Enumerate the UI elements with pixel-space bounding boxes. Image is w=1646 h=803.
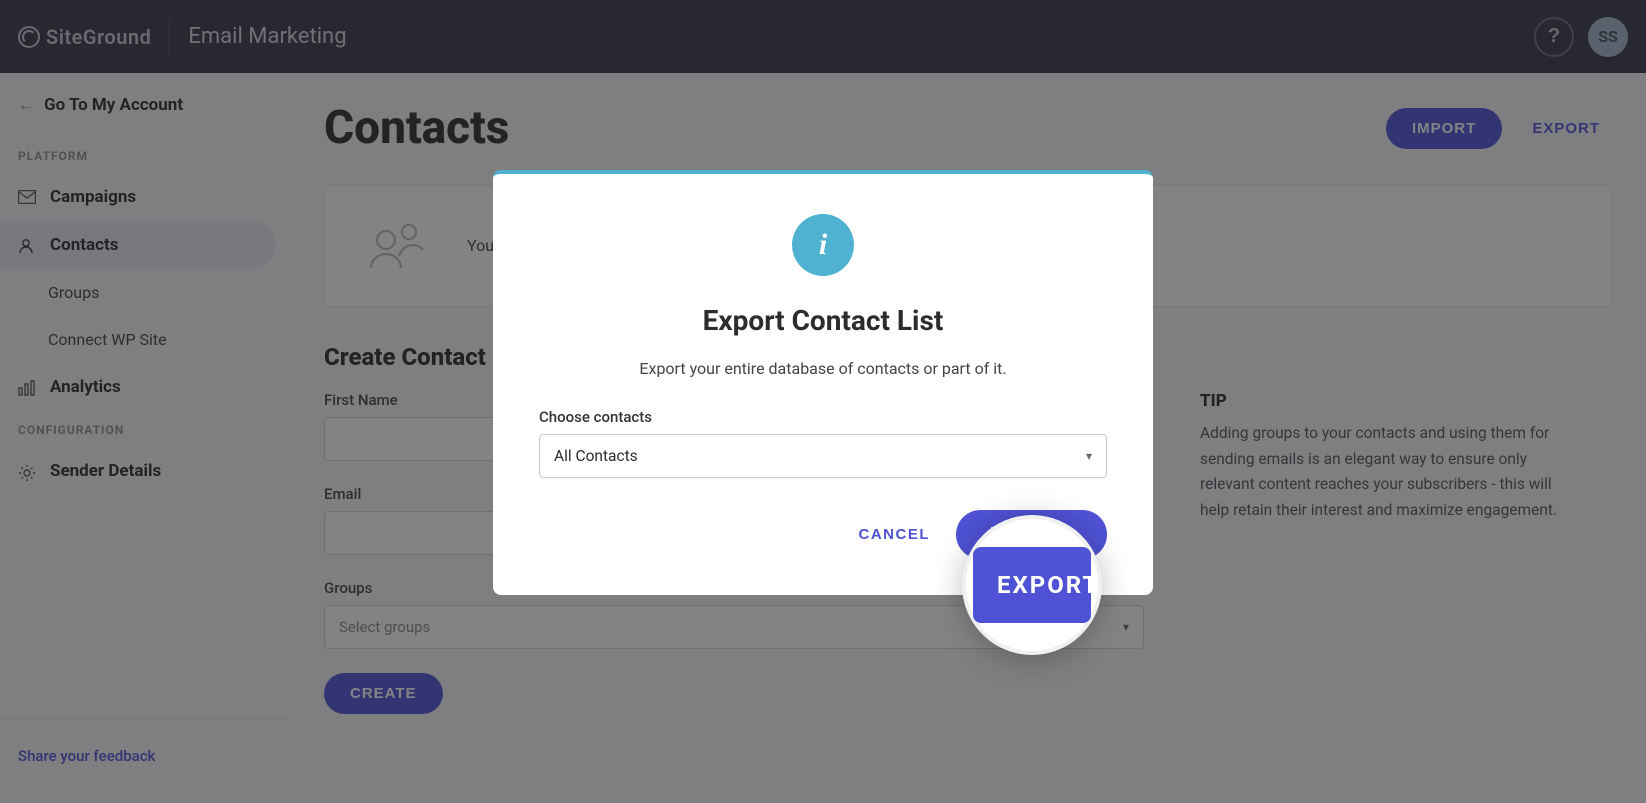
modal-title: Export Contact List — [703, 304, 944, 337]
modal-description: Export your entire database of contacts … — [639, 359, 1006, 378]
choose-contacts-label: Choose contacts — [539, 408, 1107, 426]
choose-contacts-select[interactable]: All Contacts ▾ — [539, 434, 1107, 478]
choose-contacts-field: Choose contacts All Contacts ▾ — [539, 408, 1107, 478]
modal-export-button[interactable]: EXPORT — [956, 510, 1107, 559]
export-modal: i Export Contact List Export your entire… — [493, 170, 1153, 595]
info-icon: i — [792, 214, 854, 276]
chevron-down-icon: ▾ — [1086, 449, 1092, 463]
modal-overlay[interactable]: i Export Contact List Export your entire… — [0, 0, 1646, 803]
modal-cancel-button[interactable]: CANCEL — [852, 514, 936, 555]
modal-actions: CANCEL EXPORT — [852, 510, 1107, 559]
selected-option: All Contacts — [554, 447, 638, 465]
